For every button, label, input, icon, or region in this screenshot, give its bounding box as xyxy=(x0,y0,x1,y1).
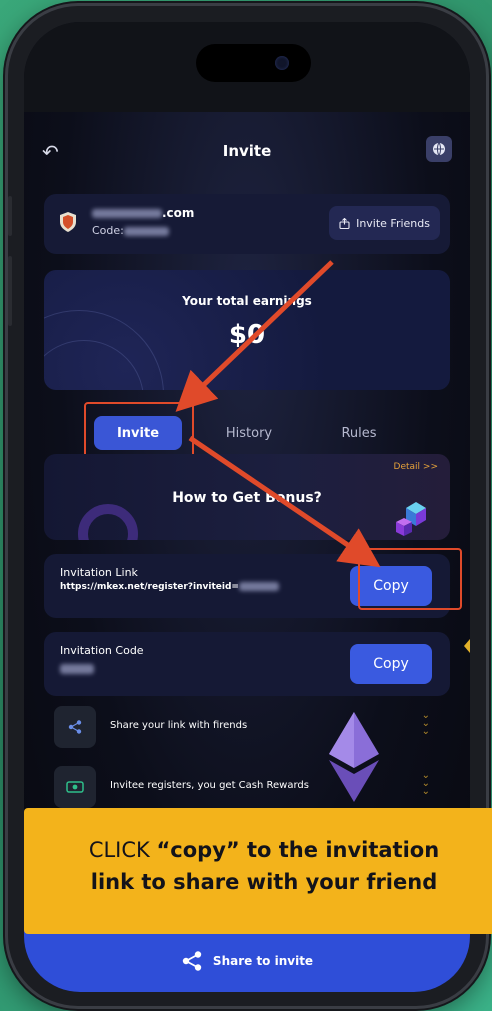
cash-icon xyxy=(54,766,96,808)
invitation-link-label: Invitation Link xyxy=(60,566,138,579)
share-label: Share to invite xyxy=(212,954,314,968)
chevron-down-icon: ⌄ ⌄ ⌄ xyxy=(421,710,430,737)
nav-bar: ↶ Invite xyxy=(24,132,470,172)
tab-history[interactable]: History xyxy=(204,416,294,450)
account-card: .com Code: Invite Friends xyxy=(44,194,450,254)
share-icon xyxy=(182,951,202,971)
share-icon xyxy=(339,217,350,229)
account-code: Code: xyxy=(92,224,169,237)
invitation-code-row: Invitation Code Copy xyxy=(44,632,450,696)
highlight-box xyxy=(358,548,462,610)
highlight-box xyxy=(84,402,194,462)
share-to-invite-button[interactable]: Share to invite xyxy=(24,930,470,992)
detail-link[interactable]: Detail >> xyxy=(394,462,438,472)
camera-icon xyxy=(275,56,289,70)
side-button xyxy=(8,196,12,236)
globe-icon[interactable] xyxy=(426,136,452,162)
bonus-card[interactable]: Detail >> How to Get Bonus? xyxy=(44,454,450,540)
page-title: Invite xyxy=(222,142,272,160)
earnings-value: $0 xyxy=(228,320,266,350)
banner-text: CLICK “copy” to the invitation link to s… xyxy=(88,838,440,894)
share-icon xyxy=(54,706,96,748)
invitation-code-value xyxy=(60,664,94,675)
decorative-triangle xyxy=(464,632,470,660)
chevron-down-icon: ⌄ ⌄ ⌄ xyxy=(421,770,430,797)
step-text: Share your link with firends xyxy=(110,720,248,731)
invite-friends-label: Invite Friends xyxy=(356,216,430,230)
step-register: Invitee registers, you get Cash Rewards … xyxy=(54,766,430,810)
invitation-link-value: https://mkex.net/register?inviteid= xyxy=(60,582,279,592)
shield-icon xyxy=(60,212,76,232)
dynamic-island xyxy=(196,44,311,82)
status-area xyxy=(24,22,470,112)
step-share: Share your link with firends ⌄ ⌄ ⌄ xyxy=(54,706,430,750)
copy-code-button[interactable]: Copy xyxy=(350,644,432,684)
invite-friends-button[interactable]: Invite Friends xyxy=(329,206,440,240)
cubes-icon xyxy=(396,502,426,536)
step-text: Invitee registers, you get Cash Rewards xyxy=(110,780,309,791)
instruction-banner: CLICK “copy” to the invitation link to s… xyxy=(24,808,492,934)
earnings-card: Your total earnings $0 xyxy=(44,270,450,390)
earnings-label: Your total earnings xyxy=(182,294,312,308)
account-email: .com xyxy=(92,206,194,220)
side-button xyxy=(8,256,12,326)
bonus-title: How to Get Bonus? xyxy=(172,490,322,506)
invitation-code-label: Invitation Code xyxy=(60,644,144,657)
tab-rules[interactable]: Rules xyxy=(314,416,404,450)
decorative-ring xyxy=(78,504,138,540)
